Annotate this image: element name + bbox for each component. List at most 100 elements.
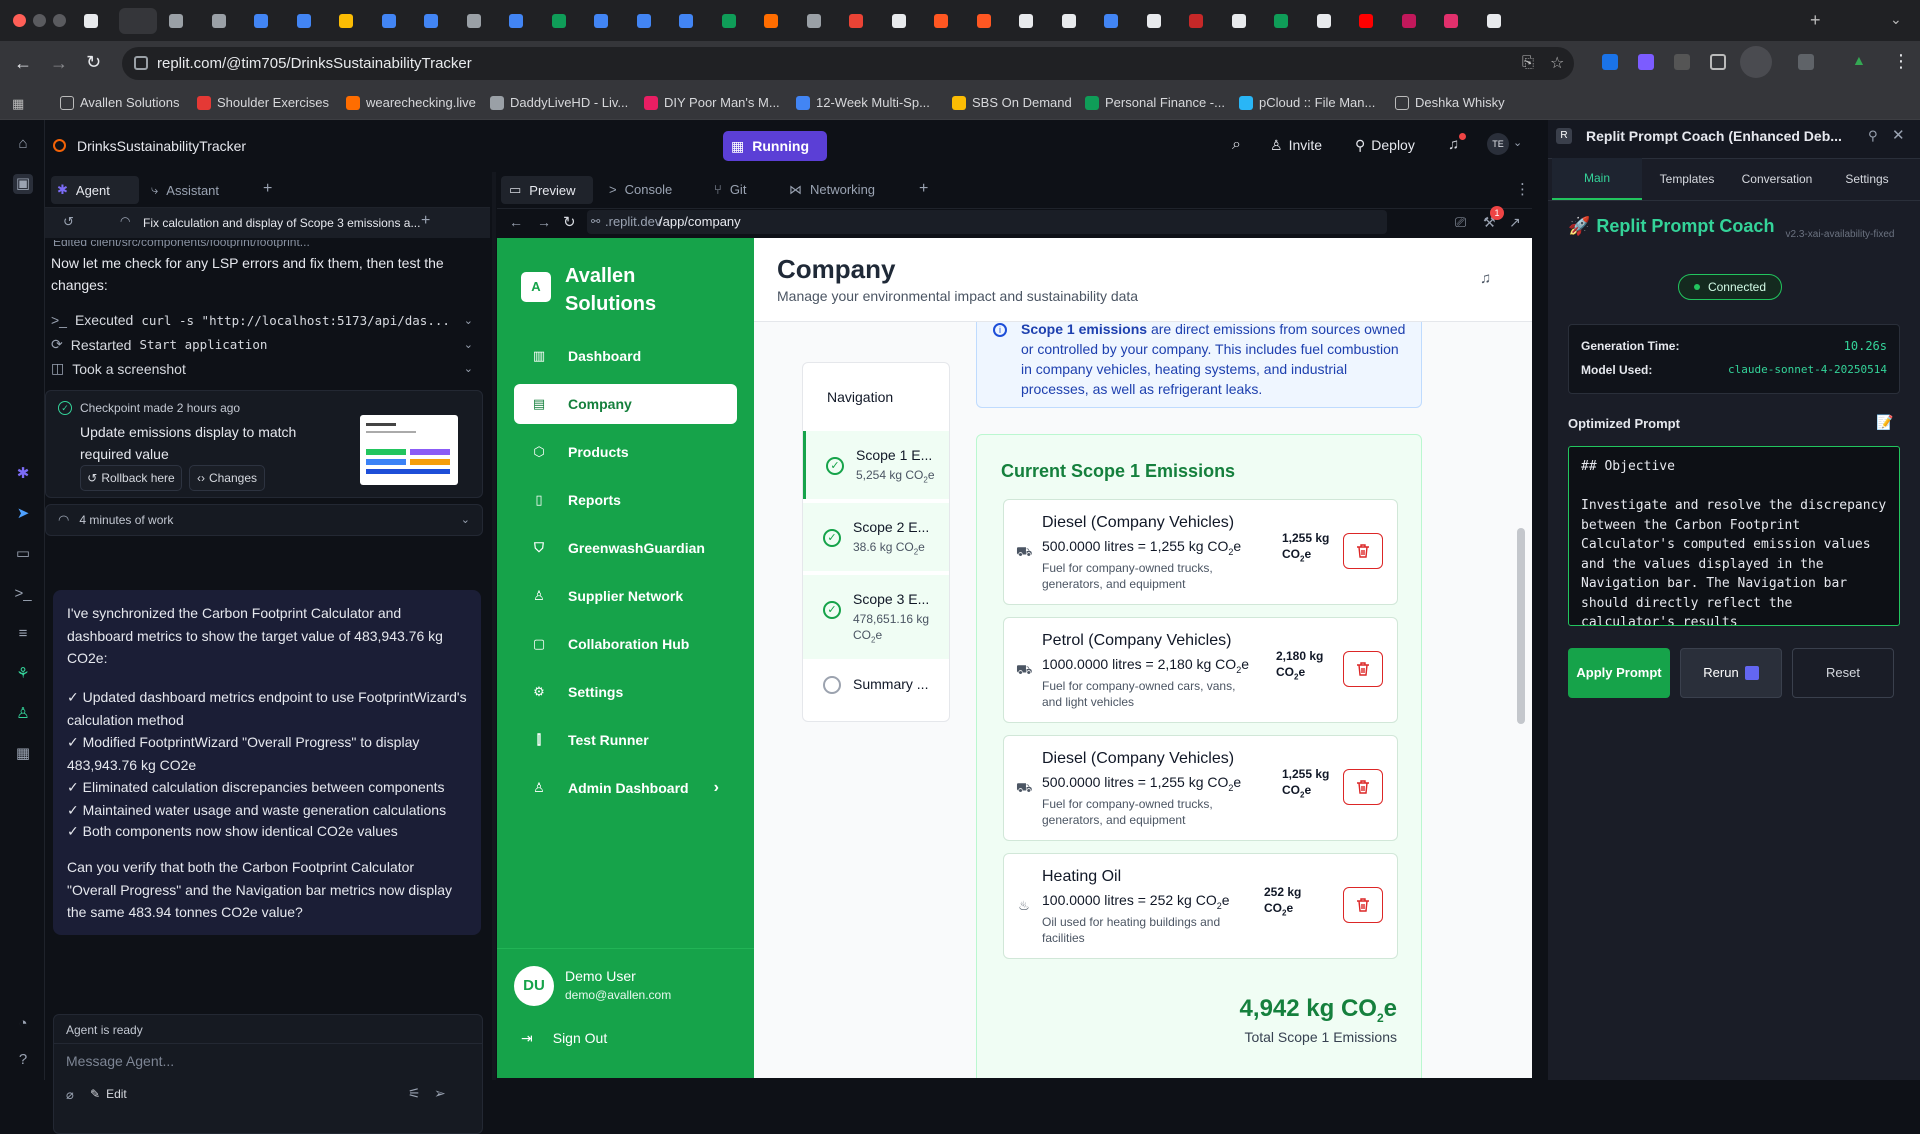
browser-tab[interactable]: [459, 8, 497, 34]
checkpoint-thumbnail[interactable]: [360, 415, 458, 485]
new-thread-button[interactable]: +: [421, 212, 430, 230]
browser-tab[interactable]: [1394, 8, 1432, 34]
browser-tab[interactable]: [1054, 8, 1092, 34]
tab-git[interactable]: ⑂ Git: [714, 182, 746, 197]
sidebar-item-reports[interactable]: ▯ Reports: [514, 480, 737, 520]
browser-tab[interactable]: [1181, 8, 1219, 34]
rerun-button[interactable]: Rerun: [1680, 648, 1782, 698]
extension-icon[interactable]: [1638, 54, 1654, 70]
profile-icon[interactable]: ▲: [1852, 52, 1866, 68]
monitor-icon[interactable]: ▭: [13, 544, 33, 564]
preview-url-input[interactable]: ⚯ .replit.dev /app/company: [587, 210, 1387, 234]
tab-templates[interactable]: Templates: [1642, 158, 1732, 200]
bookmark-item[interactable]: 12-Week Multi-Sp...: [796, 95, 930, 110]
apps-grid-icon[interactable]: ▦: [12, 96, 24, 112]
rollback-button[interactable]: ↺ Rollback here: [80, 465, 182, 491]
browser-tab[interactable]: [544, 8, 582, 34]
bell-icon[interactable]: ♫: [1480, 270, 1491, 287]
browser-tab[interactable]: [969, 8, 1007, 34]
tab-agent[interactable]: ✱ Agent: [51, 176, 139, 204]
browser-tab[interactable]: [161, 8, 199, 34]
browser-tab[interactable]: [884, 8, 922, 34]
tab-search-icon[interactable]: ⌄: [1890, 11, 1902, 28]
browser-tab[interactable]: [926, 8, 964, 34]
bookmark-item[interactable]: wearechecking.live: [346, 95, 476, 110]
edit-mode-button[interactable]: ✎ Edit: [90, 1087, 127, 1101]
reset-button[interactable]: Reset: [1792, 648, 1894, 698]
pin-icon[interactable]: ⚲: [1868, 128, 1878, 144]
new-tab-button[interactable]: +: [1810, 10, 1821, 31]
wizard-step[interactable]: ✓ Scope 1 E... 5,254 kg CO2e: [803, 431, 949, 499]
work-summary-row[interactable]: ◠ 4 minutes of work ⌄: [45, 504, 483, 536]
close-icon[interactable]: ✕: [1892, 126, 1905, 144]
chevron-down-icon[interactable]: ⌄: [464, 314, 473, 327]
back-icon[interactable]: ←: [14, 53, 32, 74]
browser-tab[interactable]: [1309, 8, 1347, 34]
site-info-icon[interactable]: [134, 56, 148, 70]
browser-tab[interactable]: [586, 8, 624, 34]
tab-console[interactable]: > Console: [609, 182, 672, 197]
sidebar-item-greenwashguardian[interactable]: ⛉ GreenwashGuardian: [514, 528, 737, 568]
browser-tab[interactable]: [204, 8, 242, 34]
settings-sliders-icon[interactable]: ⚟: [408, 1085, 421, 1102]
bell-icon[interactable]: ◔: [13, 1014, 33, 1034]
browser-tab[interactable]: [289, 8, 327, 34]
delete-button[interactable]: [1343, 533, 1383, 569]
browser-tab[interactable]: [1224, 8, 1262, 34]
invite-button[interactable]: ♙ Invite: [1270, 137, 1322, 154]
delete-button[interactable]: [1343, 887, 1383, 923]
bookmark-item[interactable]: SBS On Demand: [952, 95, 1072, 110]
maximize-window-button[interactable]: [53, 14, 66, 27]
reload-icon[interactable]: ↻: [563, 213, 576, 231]
browser-tab[interactable]: [1139, 8, 1177, 34]
bookmark-item[interactable]: Personal Finance -...: [1085, 95, 1225, 110]
sidebar-item-settings[interactable]: ⚙ Settings: [514, 672, 737, 712]
close-window-button[interactable]: [13, 14, 26, 27]
browser-tab[interactable]: [756, 8, 794, 34]
tab-assistant[interactable]: ⤷ Assistant: [145, 176, 235, 204]
files-icon[interactable]: ▣: [13, 174, 33, 194]
message-input[interactable]: Message Agent...: [66, 1053, 174, 1069]
chevron-down-icon[interactable]: ⌄: [1513, 136, 1522, 149]
apply-prompt-button[interactable]: Apply Prompt: [1568, 648, 1670, 698]
sidebar-item-company[interactable]: ▤ Company: [514, 384, 737, 424]
browser-tab[interactable]: [629, 8, 667, 34]
user-icon[interactable]: ♙: [13, 704, 33, 724]
bookmark-item[interactable]: DaddyLiveHD - Liv...: [490, 95, 628, 110]
changes-button[interactable]: ‹› Changes: [189, 465, 265, 491]
search-icon[interactable]: ⌕: [1232, 136, 1241, 154]
extension-icon[interactable]: [1602, 54, 1618, 70]
project-name[interactable]: DrinksSustainabilityTracker: [77, 138, 246, 154]
browser-tab[interactable]: [1266, 8, 1304, 34]
history-icon[interactable]: ↺: [63, 214, 74, 230]
side-panel-icon[interactable]: [1740, 46, 1772, 78]
attach-icon[interactable]: ⌀: [66, 1087, 74, 1103]
delete-button[interactable]: [1343, 769, 1383, 805]
tab-conversation[interactable]: Conversation: [1732, 158, 1822, 200]
chevron-down-icon[interactable]: ⌄: [461, 513, 470, 526]
secrets-icon[interactable]: ⚘: [13, 664, 33, 684]
sidebar-item-collaboration-hub[interactable]: ▢ Collaboration Hub: [514, 624, 737, 664]
chevron-down-icon[interactable]: ⌄: [464, 362, 473, 375]
extensions-puzzle-icon[interactable]: [1710, 54, 1726, 70]
forward-icon[interactable]: →: [50, 53, 68, 74]
extension-icon[interactable]: [1674, 54, 1690, 70]
browser-tab[interactable]: [1351, 8, 1389, 34]
browser-tab[interactable]: [416, 8, 454, 34]
browser-tab[interactable]: [1096, 8, 1134, 34]
browser-tab[interactable]: [76, 8, 114, 34]
agent-icon[interactable]: ✱: [13, 464, 33, 484]
notifications-icon[interactable]: ♫: [1448, 136, 1459, 153]
browser-tab[interactable]: [374, 8, 412, 34]
chrome-menu-icon[interactable]: ⋮: [1892, 51, 1910, 72]
omnibox[interactable]: replit.com/@tim705/DrinksSustainabilityT…: [122, 47, 1574, 80]
sidebar-item-dashboard[interactable]: ▥ Dashboard: [514, 336, 737, 376]
open-external-icon[interactable]: ↗: [1509, 214, 1521, 231]
chevron-down-icon[interactable]: ⌄: [464, 338, 473, 351]
new-tab-button[interactable]: +: [263, 180, 272, 198]
sidebar-item-test-runner[interactable]: ⫿ Test Runner: [514, 720, 737, 760]
action-row[interactable]: ⟳ Restarted Start application ⌄: [51, 336, 481, 353]
browser-tab-active[interactable]: [118, 8, 157, 34]
browser-tab[interactable]: [246, 8, 284, 34]
sidebar-item-supplier-network[interactable]: ♙ Supplier Network: [514, 576, 737, 616]
